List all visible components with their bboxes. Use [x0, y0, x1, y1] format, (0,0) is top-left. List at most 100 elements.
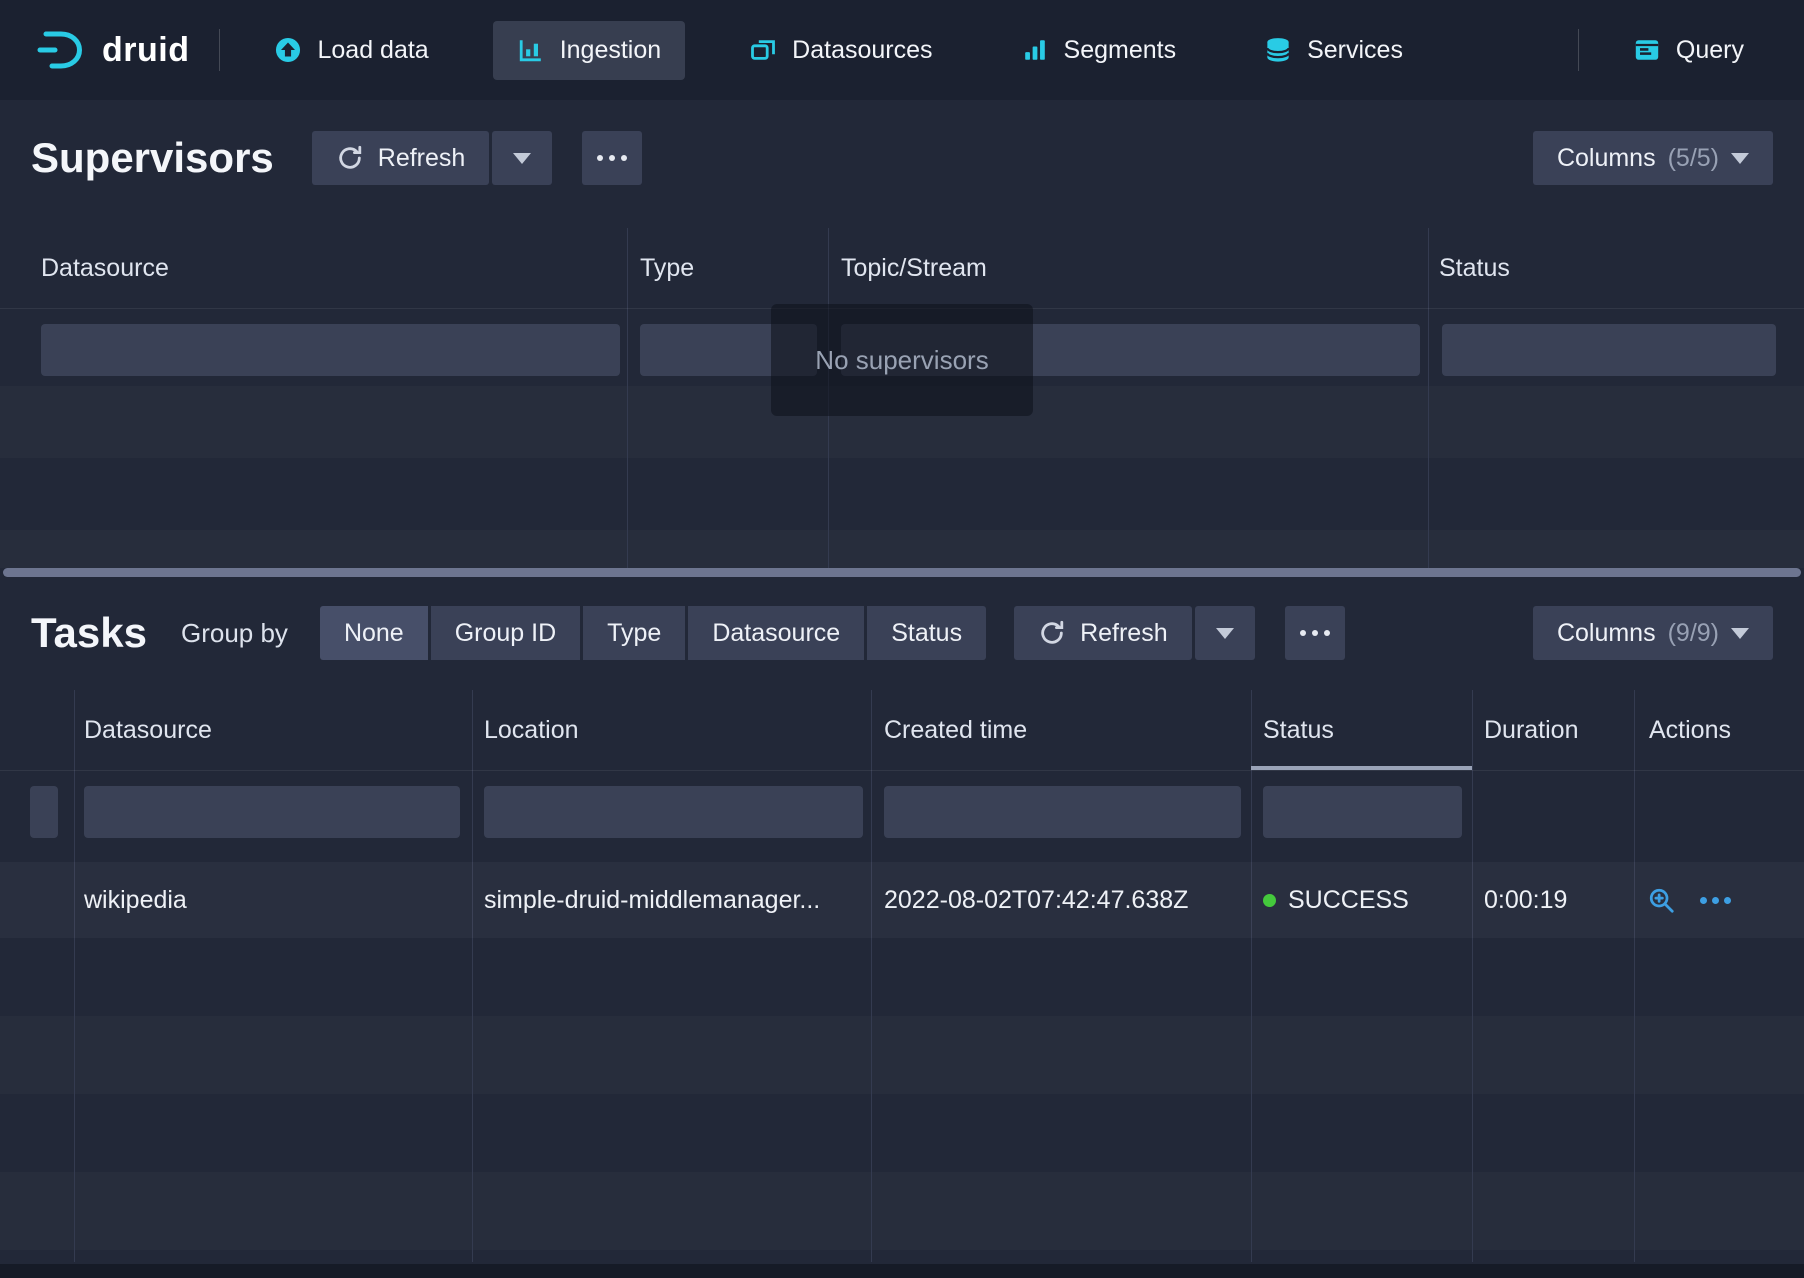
column-header-location[interactable]: Location: [484, 690, 579, 770]
nav-item-ingestion[interactable]: Ingestion: [493, 21, 685, 80]
supervisors-table: Datasource Type Topic/Stream Status No s…: [0, 228, 1804, 568]
table-row: [0, 1016, 1804, 1094]
tasks-columns-button[interactable]: Columns (9/9): [1533, 606, 1773, 660]
columns-count: (5/5): [1668, 144, 1719, 173]
column-header-datasource[interactable]: Datasource: [41, 228, 169, 308]
supervisors-refresh-group: Refresh: [312, 131, 553, 185]
tasks-title: Tasks: [31, 609, 147, 657]
group-by-type-button[interactable]: Type: [583, 606, 685, 660]
column-header-status[interactable]: Status: [1439, 228, 1510, 308]
refresh-icon: [336, 144, 364, 172]
task-id-filter-input-clipped[interactable]: [30, 786, 58, 838]
nav-item-query[interactable]: Query: [1609, 21, 1768, 80]
nav-item-label: Query: [1676, 36, 1744, 65]
group-by-status-button[interactable]: Status: [867, 606, 986, 660]
refresh-label: Refresh: [1080, 619, 1168, 648]
refresh-interval-dropdown[interactable]: [492, 131, 552, 185]
chevron-down-icon: [1731, 628, 1749, 639]
refresh-button[interactable]: Refresh: [312, 131, 490, 185]
nav-item-label: Datasources: [792, 36, 932, 65]
more-icon: [1300, 630, 1306, 636]
status-success-dot: [1263, 894, 1276, 907]
refresh-icon: [1038, 619, 1066, 647]
chevron-down-icon: [513, 153, 531, 164]
task-status-cell: SUCCESS: [1263, 862, 1409, 938]
nav-item-services[interactable]: Services: [1240, 21, 1427, 80]
supervisors-columns-button[interactable]: Columns (5/5): [1533, 131, 1773, 185]
status-filter-input[interactable]: [1442, 324, 1776, 376]
tasks-table: Datasource Location Created time Status …: [0, 690, 1804, 1262]
datasource-filter-input[interactable]: [84, 786, 460, 838]
segments-icon: [1021, 36, 1049, 64]
druid-logo[interactable]: druid: [36, 24, 189, 76]
task-duration-cell: 0:00:19: [1484, 862, 1567, 938]
column-divider: [1428, 228, 1429, 568]
refresh-label: Refresh: [378, 144, 466, 173]
nav-item-label: Segments: [1064, 36, 1177, 65]
column-divider: [1634, 690, 1635, 1262]
group-by-label: Group by: [181, 618, 288, 649]
column-header-topic-stream[interactable]: Topic/Stream: [841, 228, 987, 308]
nav-item-datasources[interactable]: Datasources: [725, 21, 956, 80]
upload-icon: [274, 36, 302, 64]
column-header-duration[interactable]: Duration: [1484, 690, 1579, 770]
group-by-none-button[interactable]: None: [320, 606, 428, 660]
task-created-time-cell: 2022-08-02T07:42:47.638Z: [884, 862, 1188, 938]
supervisors-more-button[interactable]: [582, 131, 642, 185]
column-header-type[interactable]: Type: [640, 228, 694, 308]
task-location-cell: simple-druid-middlemanager...: [484, 862, 820, 938]
header-divider: [0, 770, 1804, 771]
query-icon: [1633, 36, 1661, 64]
group-by-segmented-control: None Group ID Type Datasource Status: [320, 606, 986, 660]
horizontal-scrollbar[interactable]: [3, 568, 1801, 577]
druid-console: druid Load data Ingestion: [0, 0, 1804, 1278]
refresh-interval-dropdown[interactable]: [1195, 606, 1255, 660]
refresh-button[interactable]: Refresh: [1014, 606, 1192, 660]
nav-divider: [1578, 29, 1579, 71]
column-header-datasource[interactable]: Datasource: [84, 690, 212, 770]
columns-label: Columns: [1557, 619, 1656, 648]
column-header-status[interactable]: Status: [1263, 690, 1334, 770]
supervisors-toolbar: Supervisors Refresh Columns (5/5): [31, 130, 1773, 186]
services-icon: [1264, 36, 1292, 64]
nav-item-label: Services: [1307, 36, 1403, 65]
ingestion-icon: [517, 36, 545, 64]
nav-item-segments[interactable]: Segments: [997, 21, 1201, 80]
column-divider: [1472, 690, 1473, 1262]
supervisors-title: Supervisors: [31, 134, 274, 182]
created-time-filter-input[interactable]: [884, 786, 1241, 838]
nav-item-label: Load data: [317, 36, 428, 65]
status-text: SUCCESS: [1288, 886, 1409, 915]
tasks-toolbar: Tasks Group by None Group ID Type Dataso…: [31, 606, 1773, 660]
table-row: [0, 1172, 1804, 1250]
tasks-more-button[interactable]: [1285, 606, 1345, 660]
column-header-created-time[interactable]: Created time: [884, 690, 1027, 770]
column-divider: [472, 690, 473, 1262]
tasks-refresh-group: Refresh: [1014, 606, 1255, 660]
table-row: [0, 530, 1804, 568]
status-filter-input[interactable]: [1263, 786, 1462, 838]
task-row[interactable]: wikipedia simple-druid-middlemanager... …: [0, 862, 1804, 938]
task-actions-cell: [1646, 862, 1731, 938]
group-by-datasource-button[interactable]: Datasource: [688, 606, 864, 660]
location-filter-input[interactable]: [484, 786, 863, 838]
column-divider: [1251, 690, 1252, 1262]
bottom-scrollbar-track[interactable]: [0, 1264, 1804, 1278]
logo-text: druid: [102, 31, 189, 70]
nav-item-load-data[interactable]: Load data: [250, 21, 452, 80]
datasources-icon: [749, 36, 777, 64]
columns-count: (9/9): [1668, 619, 1719, 648]
sort-indicator: [1251, 766, 1472, 770]
datasource-filter-input[interactable]: [41, 324, 620, 376]
nav-divider: [219, 29, 220, 71]
column-divider: [871, 690, 872, 1262]
magnifier-plus-icon[interactable]: [1646, 885, 1676, 915]
chevron-down-icon: [1731, 153, 1749, 164]
group-by-group-id-button[interactable]: Group ID: [431, 606, 580, 660]
row-actions-menu-icon[interactable]: [1700, 897, 1731, 904]
columns-label: Columns: [1557, 144, 1656, 173]
column-header-actions[interactable]: Actions: [1649, 690, 1731, 770]
top-nav: druid Load data Ingestion: [0, 0, 1804, 100]
empty-state-message: No supervisors: [771, 304, 1033, 416]
nav-item-label: Ingestion: [560, 36, 661, 65]
